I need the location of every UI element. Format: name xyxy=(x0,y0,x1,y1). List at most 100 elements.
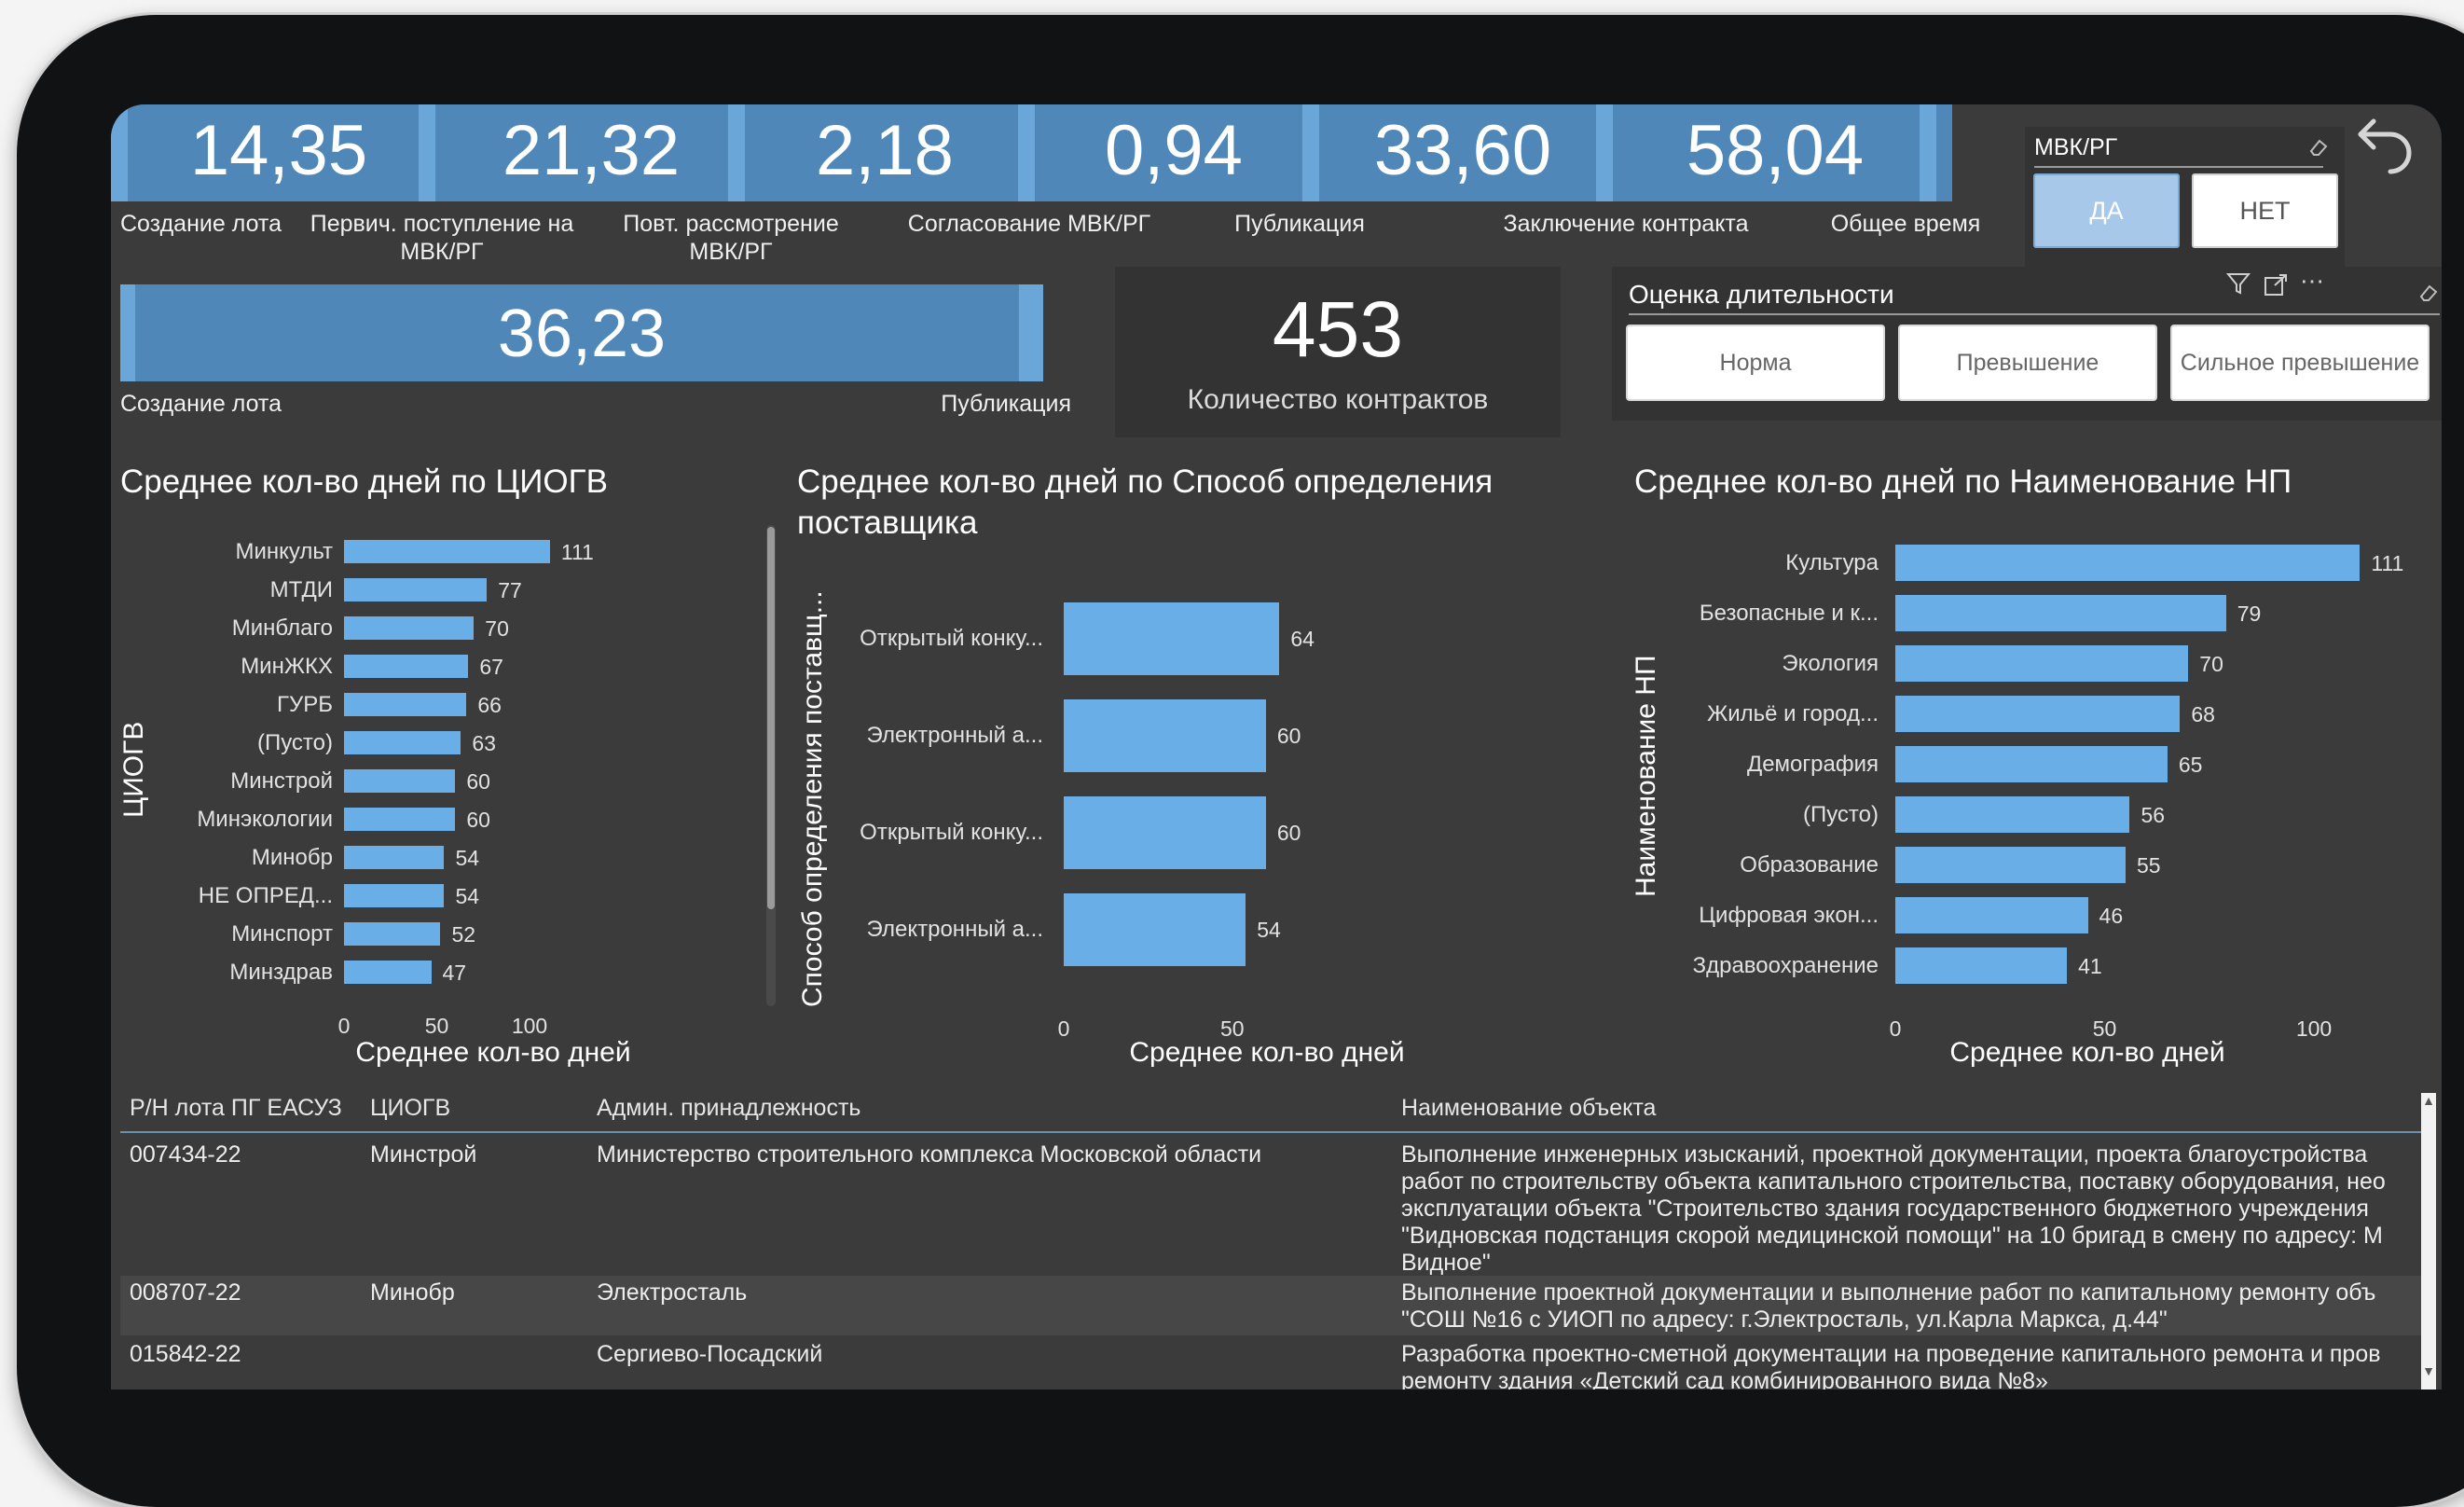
bar-1-0[interactable] xyxy=(1064,602,1280,675)
kpi-contract-value: 58,04 xyxy=(1686,111,1865,190)
more-options-icon[interactable]: ⋯ xyxy=(2300,267,2328,295)
summary-end-label: Публикация xyxy=(941,391,1071,417)
bar-0-8[interactable] xyxy=(344,846,445,869)
bar-2-5[interactable] xyxy=(1895,796,2130,833)
scroll-up-icon[interactable]: ▲ xyxy=(2421,1093,2436,1112)
bar-2-1[interactable] xyxy=(1895,595,2226,631)
bar-0-6[interactable] xyxy=(344,769,456,793)
bar-0-2[interactable] xyxy=(344,616,475,640)
column-header-admin[interactable]: Админ. принадлежность xyxy=(597,1095,860,1122)
data-label: 55 xyxy=(2136,852,2161,878)
bar-2-2[interactable] xyxy=(1895,645,2189,682)
bar-0-9[interactable] xyxy=(344,884,445,907)
kpi-publication-label: Публикация xyxy=(1234,211,1365,237)
data-label: 70 xyxy=(485,615,509,641)
contracts-card: 453 Количество контрактов xyxy=(1115,267,1561,437)
scroll-down-icon[interactable]: ▼ xyxy=(2421,1363,2436,1382)
category-label: Жильё и город... xyxy=(1707,700,1879,726)
mvk-no-button[interactable]: НЕТ xyxy=(2192,173,2338,248)
cell-admin: Сергиево-Посадский xyxy=(597,1341,823,1367)
eraser-icon[interactable] xyxy=(2307,136,2330,159)
summary-start-label: Создание лота xyxy=(120,391,282,417)
kpi-contract-label: Заключение контракта xyxy=(1503,211,1749,237)
cell-object-line: эксплуатации объекта "Строительство здан… xyxy=(1401,1196,2369,1222)
category-label: Минобр xyxy=(251,844,333,870)
data-label: 111 xyxy=(560,539,594,564)
data-label: 54 xyxy=(455,883,480,908)
bar-1-3[interactable] xyxy=(1064,893,1246,966)
slicer-underline xyxy=(1629,313,2440,315)
bar-0-4[interactable] xyxy=(344,693,467,716)
category-label: Минкульт xyxy=(235,538,333,564)
column-header-ciogv[interactable]: ЦИОГВ xyxy=(370,1095,450,1122)
data-label: 56 xyxy=(2141,802,2166,827)
cell-ciogv: Минстрой xyxy=(370,1141,477,1168)
data-label: 41 xyxy=(2078,953,2102,978)
duration-norm-button[interactable]: Норма xyxy=(1626,325,1885,401)
x-tick-label: 100 xyxy=(511,1014,548,1038)
cell-object-line: "Видновская подстанция скорой медицинско… xyxy=(1401,1223,2383,1249)
kpi-re-review-value: 2,18 xyxy=(816,111,954,190)
chart-method-title: Среднее кол-во дней по Способ определени… xyxy=(797,463,1494,541)
category-label: Минздрав xyxy=(229,959,333,985)
chart-method-xlabel: Среднее кол-во дней xyxy=(1129,1037,1405,1068)
filter-icon[interactable] xyxy=(2225,270,2251,297)
bar-0-5[interactable] xyxy=(344,731,461,754)
category-label: Здравоохранение xyxy=(1692,952,1879,978)
category-label: Электронный а... xyxy=(866,723,1043,748)
bar-2-3[interactable] xyxy=(1895,696,2181,732)
x-tick-label: 0 xyxy=(1057,1016,1070,1041)
chart-scrollbar[interactable] xyxy=(766,525,776,1006)
category-label: ГУРБ xyxy=(277,691,333,717)
bar-2-4[interactable] xyxy=(1895,746,2168,782)
table-row[interactable]: 015842-22 Сергиево-Посадский Разработка … xyxy=(120,1337,2423,1389)
data-label: 60 xyxy=(466,768,490,794)
duration-exceed-button[interactable]: Превышение xyxy=(1898,325,2157,401)
bar-1-2[interactable] xyxy=(1064,796,1266,869)
kpi-separator xyxy=(1596,104,1613,201)
kpi-total-time-label: Общее время xyxy=(1830,211,1981,237)
x-tick-label: 100 xyxy=(2295,1016,2333,1041)
x-tick-label: 0 xyxy=(337,1014,351,1038)
duration-strong-exceed-button[interactable]: Сильное превышение xyxy=(2170,325,2430,401)
category-label: МинЖКХ xyxy=(241,653,333,679)
table-row[interactable]: 007434-22 Минстрой Министерство строител… xyxy=(120,1136,2423,1276)
bar-2-6[interactable] xyxy=(1895,847,2126,883)
table-row[interactable]: 008707-22 Минобр Электросталь Выполнение… xyxy=(120,1276,2423,1335)
mvk-yes-button[interactable]: ДА xyxy=(2033,173,2180,248)
chart-ciogv-title: Среднее кол-во дней по ЦИОГВ xyxy=(120,463,608,500)
column-header-lot-number[interactable]: Р/Н лота ПГ ЕАСУЗ xyxy=(130,1095,342,1122)
column-header-object[interactable]: Наименование объекта xyxy=(1401,1095,1656,1122)
scrollbar-thumb[interactable] xyxy=(767,527,775,909)
cell-object-line: "СОШ №16 с УИОП по адресу: г.Электростал… xyxy=(1401,1307,2168,1333)
data-label: 68 xyxy=(2191,701,2215,726)
chart-np-title: Среднее кол-во дней по Наименование НП xyxy=(1634,463,2292,500)
bar-0-7[interactable] xyxy=(344,808,456,831)
summary-value: 36,23 xyxy=(497,297,667,371)
bar-0-0[interactable] xyxy=(344,540,550,563)
kpi-primary-intake-value: 21,32 xyxy=(502,111,681,190)
duration-slicer: Оценка длительности ⋯ Норма Превышение С… xyxy=(1612,267,2442,421)
data-label: 60 xyxy=(1276,724,1301,748)
bar-2-8[interactable] xyxy=(1895,947,2068,984)
bar-2-0[interactable] xyxy=(1895,545,2361,581)
bar-0-1[interactable] xyxy=(344,578,488,601)
category-label: Минстрой xyxy=(230,767,333,794)
cell-object-line: Выполнение инженерных изысканий, проектн… xyxy=(1401,1141,2368,1168)
data-label: 52 xyxy=(451,921,476,947)
category-label: Образование xyxy=(1740,851,1879,878)
bar-2-7[interactable] xyxy=(1895,897,2088,933)
back-arrow-icon[interactable] xyxy=(2353,110,2418,175)
x-tick-label: 50 xyxy=(424,1014,449,1038)
focus-mode-icon[interactable] xyxy=(2263,272,2289,298)
kpi-separator xyxy=(1018,104,1035,201)
bar-0-3[interactable] xyxy=(344,655,469,678)
bar-0-11[interactable] xyxy=(344,961,432,984)
bar-0-10[interactable] xyxy=(344,922,441,946)
table-scrollbar[interactable]: ▲ ▼ xyxy=(2421,1093,2436,1389)
cell-ciogv: Минобр xyxy=(370,1279,455,1306)
bar-1-1[interactable] xyxy=(1064,699,1266,772)
cell-object-line: Видное" xyxy=(1401,1250,1491,1276)
data-label: 47 xyxy=(442,960,467,985)
eraser-icon[interactable] xyxy=(2417,282,2440,304)
